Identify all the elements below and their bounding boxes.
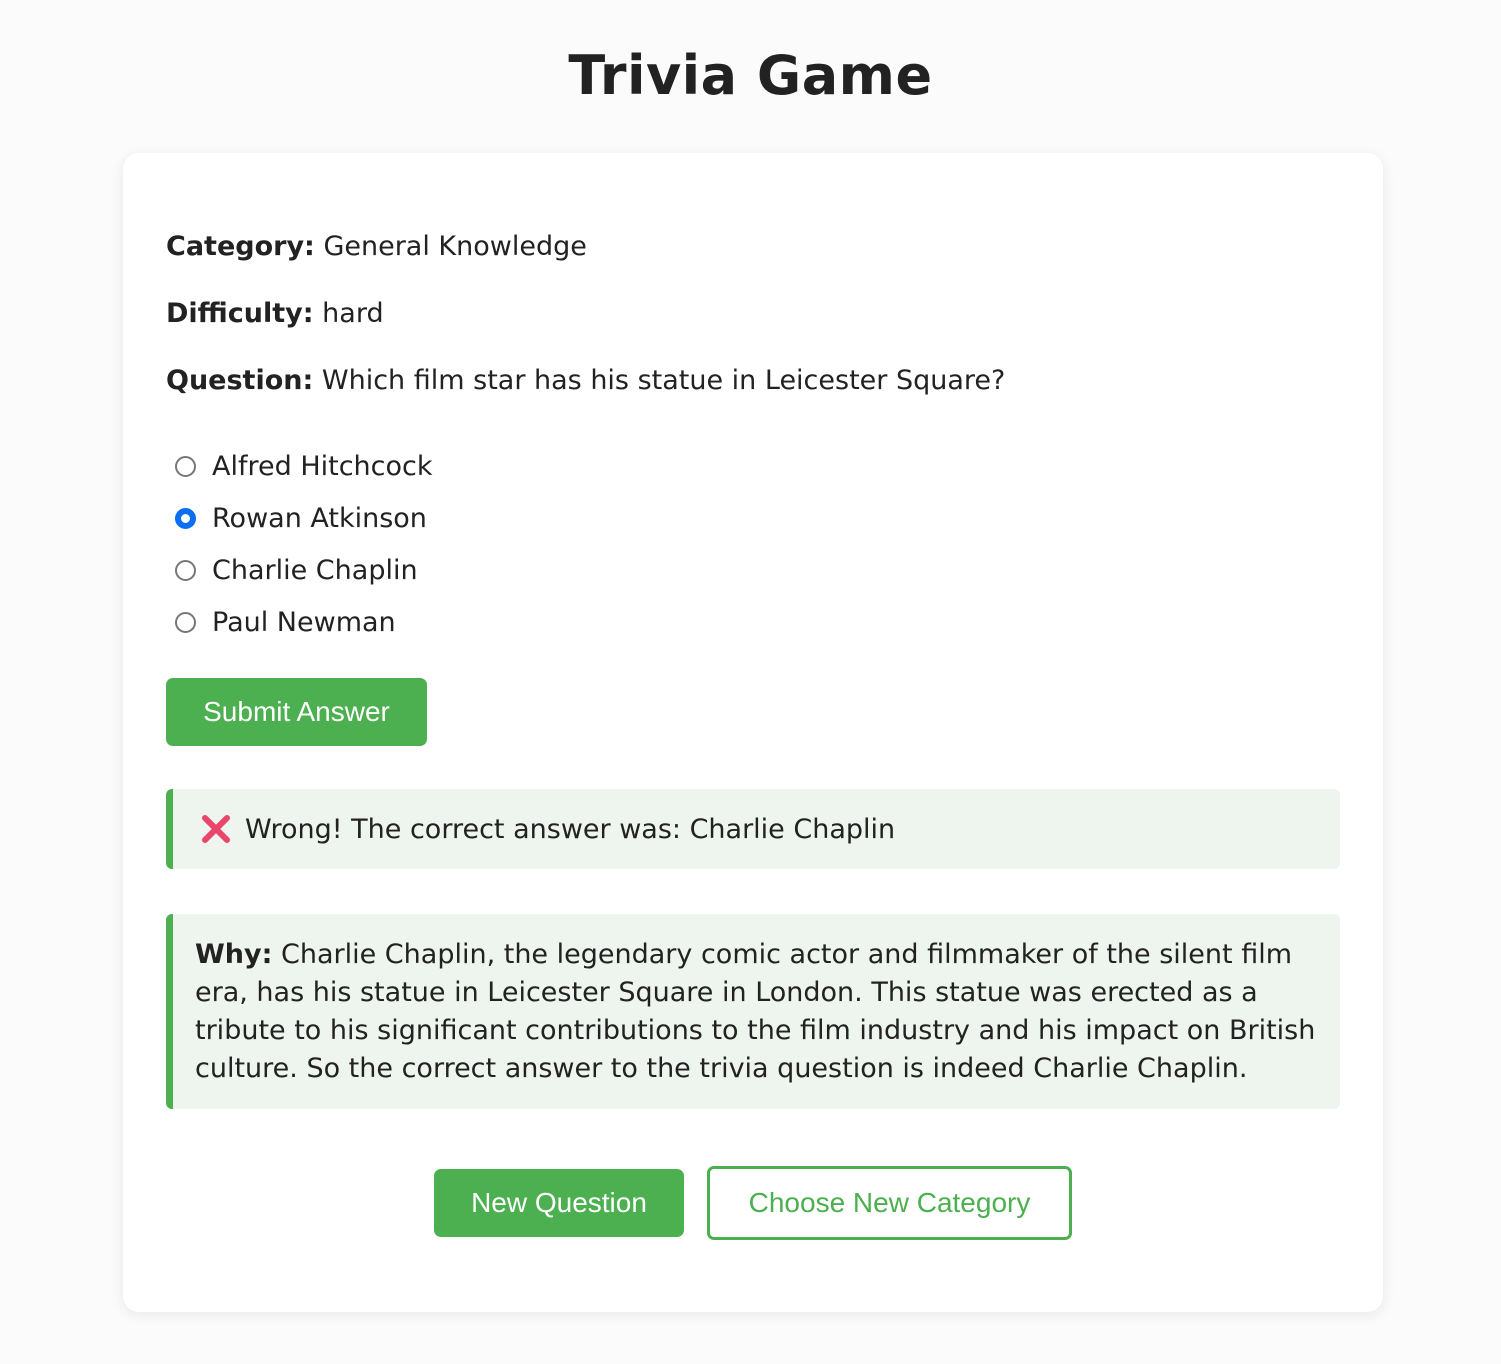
answer-option[interactable]: Paul Newman xyxy=(175,596,433,648)
category-line: Category: General Knowledge xyxy=(166,229,587,265)
cross-mark-icon xyxy=(202,815,230,843)
answer-option-label: Charlie Chaplin xyxy=(212,554,418,586)
difficulty-line: Difficulty: hard xyxy=(166,296,384,332)
question-label: Question: xyxy=(166,365,314,396)
feedback-text: Wrong! The correct answer was: Charlie C… xyxy=(245,813,896,845)
explanation-label: Why: xyxy=(195,939,273,970)
answer-option[interactable]: Rowan Atkinson xyxy=(175,492,433,544)
radio-button[interactable] xyxy=(175,559,196,581)
answer-option-label: Paul Newman xyxy=(212,606,396,638)
question-text: Which film star has his statue in Leices… xyxy=(321,365,1006,396)
answer-option-label: Alfred Hitchcock xyxy=(212,450,433,482)
answer-option[interactable]: Charlie Chaplin xyxy=(175,544,433,596)
category-value: General Knowledge xyxy=(323,231,587,262)
radio-button-selected[interactable] xyxy=(175,507,196,529)
answer-option[interactable]: Alfred Hitchcock xyxy=(175,440,433,492)
explanation-text: Charlie Chaplin, the legendary comic act… xyxy=(195,939,1316,1084)
answer-option-label: Rowan Atkinson xyxy=(212,502,427,534)
choose-new-category-button[interactable]: Choose New Category xyxy=(707,1166,1072,1240)
question-line: Question: Which film star has his statue… xyxy=(166,363,1005,399)
category-label: Category: xyxy=(166,231,315,262)
new-question-button[interactable]: New Question xyxy=(434,1169,684,1237)
submit-answer-button[interactable]: Submit Answer xyxy=(166,678,427,746)
page-title: Trivia Game xyxy=(568,44,933,107)
feedback-banner: Wrong! The correct answer was: Charlie C… xyxy=(166,789,1340,869)
radio-button[interactable] xyxy=(175,611,196,633)
difficulty-value: hard xyxy=(322,298,384,329)
answer-options: Alfred Hitchcock Rowan Atkinson Charlie … xyxy=(175,440,433,648)
difficulty-label: Difficulty: xyxy=(166,298,314,329)
explanation-box: Why: Charlie Chaplin, the legendary comi… xyxy=(166,914,1340,1109)
radio-button[interactable] xyxy=(175,455,196,477)
trivia-card: Category: General Knowledge Difficulty: … xyxy=(123,153,1383,1312)
